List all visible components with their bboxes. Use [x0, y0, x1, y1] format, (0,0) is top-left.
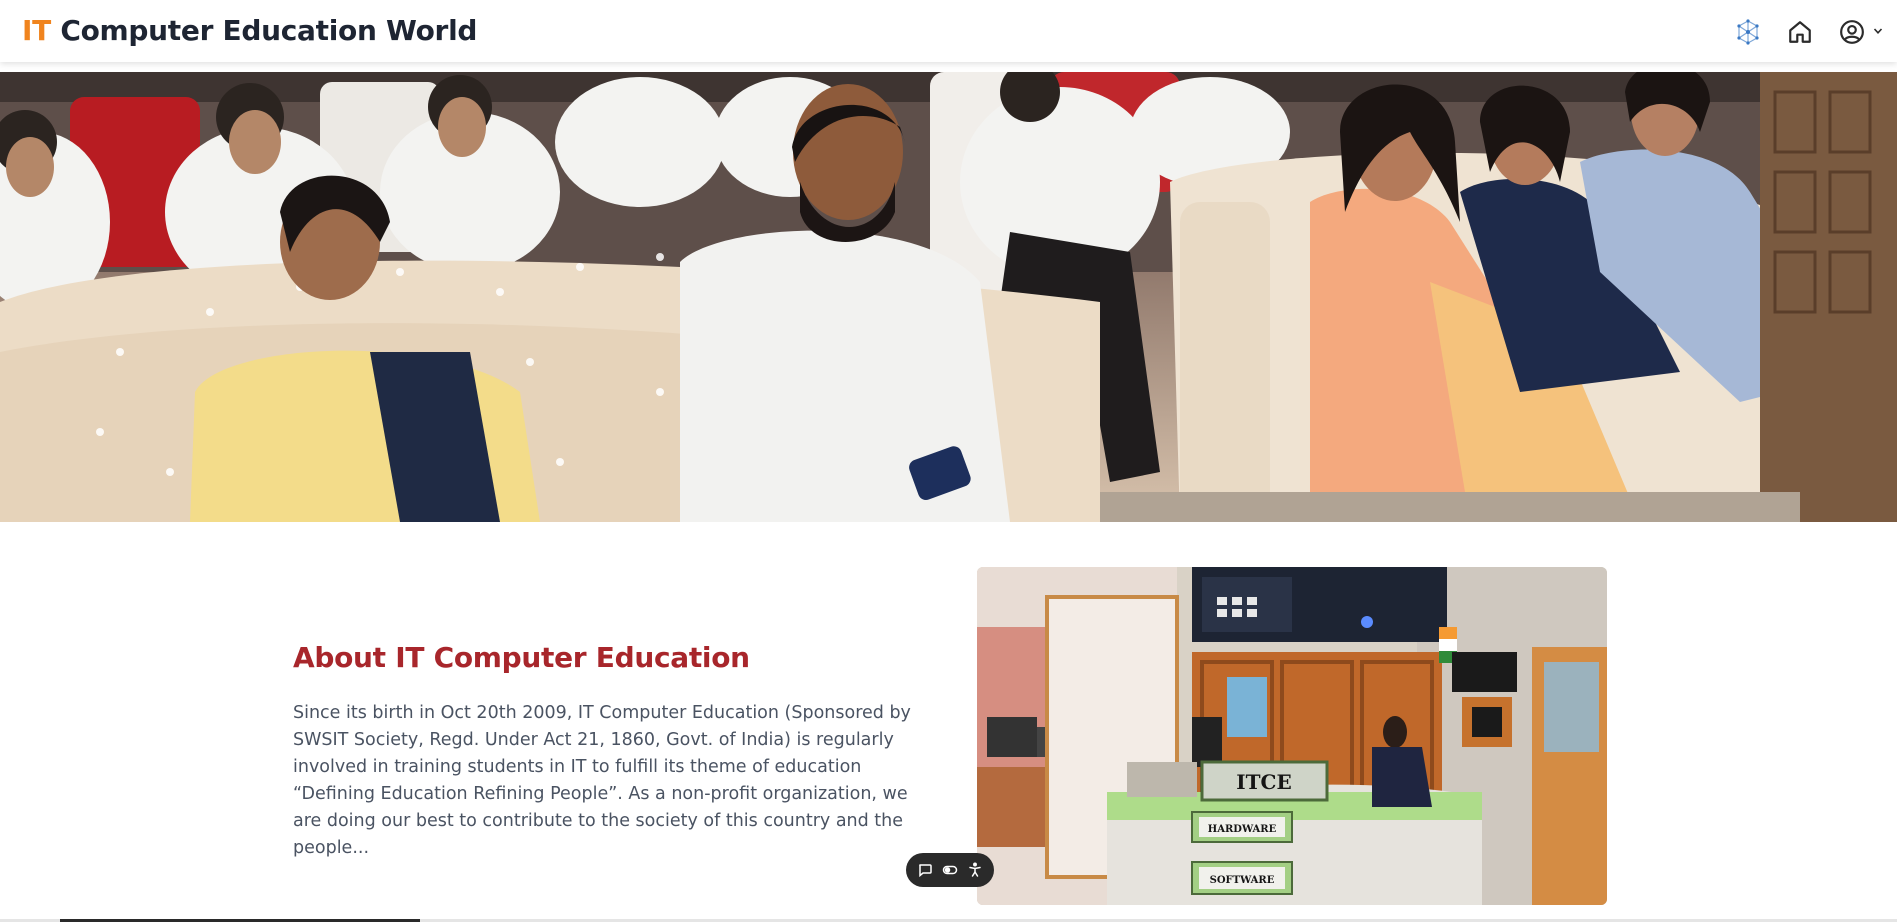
site-brand[interactable]: IT Computer Education World: [22, 14, 477, 47]
floating-toolbar: [906, 853, 994, 887]
toggle-icon[interactable]: [939, 859, 961, 881]
brand-name: Computer Education World: [50, 14, 478, 47]
photo-label-software: SOFTWARE: [1210, 875, 1275, 886]
top-header: IT Computer Education World: [0, 0, 1897, 62]
photo-sign-itce: ITCE: [1236, 770, 1291, 794]
profile-menu[interactable]: [1837, 17, 1883, 47]
brand-prefix: IT: [22, 14, 51, 47]
about-description: Since its birth in Oct 20th 2009, IT Com…: [293, 703, 911, 858]
accessibility-icon[interactable]: [964, 859, 986, 881]
hero-banner-image: [0, 72, 1897, 522]
photo-label-hardware: HARDWARE: [1208, 824, 1277, 835]
about-title: About IT Computer Education: [293, 641, 750, 674]
about-office-photo: ITCE HARDWARE SOFTWARE: [977, 567, 1607, 905]
header-actions: [1711, 17, 1883, 47]
chevron-down-icon: [1873, 23, 1883, 41]
home-icon[interactable]: [1785, 17, 1815, 47]
user-circle-icon: [1837, 17, 1867, 47]
chat-icon[interactable]: [914, 859, 936, 881]
network-icon[interactable]: [1733, 17, 1763, 47]
